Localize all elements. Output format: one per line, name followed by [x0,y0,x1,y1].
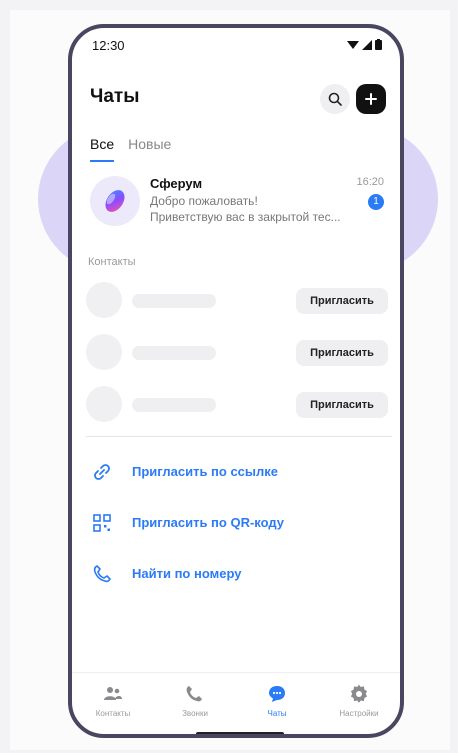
nav-label: Чаты [267,709,287,718]
bottom-nav: Контакты Звонки Чаты Настройки [72,672,400,728]
phone-frame: 12:30 Чаты Все Новые Сферум 16:20 Добро … [68,24,404,738]
tab-new[interactable]: Новые [128,136,171,162]
status-icons [347,39,382,50]
invite-by-link-action[interactable]: Пригласить по ссылке [72,458,400,486]
chat-tabs: Все Новые [90,136,171,162]
gear-icon [350,684,368,703]
unread-badge: 1 [368,194,384,210]
action-label: Пригласить по QR-коду [132,515,285,530]
contact-row: Пригласить [72,332,400,372]
tab-all[interactable]: Все [90,136,115,162]
chat-name: Сферум [150,176,203,191]
nav-item-contacts[interactable]: Контакты [72,673,154,728]
chat-list-item[interactable]: Сферум 16:20 Добро пожаловать! Приветств… [80,168,392,234]
contact-avatar-placeholder [86,334,122,370]
page-title: Чаты [90,86,140,107]
signal-icon [362,39,372,50]
contact-name-placeholder [132,294,216,308]
invite-button[interactable]: Пригласить [296,392,388,418]
nav-item-calls[interactable]: Звонки [154,673,236,728]
phone-icon [186,686,202,702]
divider [86,436,392,437]
contacts-icon [104,687,122,700]
invite-by-qr-action[interactable]: Пригласить по QR-коду [72,509,400,537]
find-by-number-action[interactable]: Найти по номеру [72,560,400,588]
phone-icon [93,565,111,583]
nav-item-settings[interactable]: Настройки [318,673,400,728]
contact-row: Пригласить [72,280,400,320]
nav-label: Настройки [339,709,379,718]
qr-code-icon [93,514,111,532]
chat-preview-line1: Добро пожаловать! [150,194,258,208]
contact-row: Пригласить [72,384,400,424]
invite-button[interactable]: Пригласить [296,288,388,314]
contact-avatar-placeholder [86,282,122,318]
link-icon [94,464,110,480]
contacts-section-label: Контакты [88,256,136,268]
header: Чаты [72,80,400,120]
battery-icon [375,39,382,50]
action-label: Найти по номеру [132,566,242,581]
action-label: Пригласить по ссылке [132,464,279,479]
status-bar: 12:30 [72,28,400,64]
invite-button[interactable]: Пригласить [296,340,388,366]
status-time: 12:30 [92,38,125,53]
nav-item-chats[interactable]: Чаты [236,673,318,728]
nav-label: Звонки [182,709,208,718]
contact-name-placeholder [132,346,216,360]
nav-label: Контакты [95,709,131,718]
contact-avatar-placeholder [86,386,122,422]
chat-bubble-icon [269,686,285,702]
wifi-icon [347,40,359,49]
contact-name-placeholder [132,398,216,412]
chat-time: 16:20 [356,176,384,188]
avatar [90,176,140,226]
add-button[interactable] [356,84,386,114]
chat-preview-line2: Приветствую вас в закрытой тес... [150,210,341,224]
search-icon [328,92,342,106]
sferum-logo-icon [105,190,125,212]
home-indicator [196,732,284,734]
plus-icon [365,93,377,105]
search-button[interactable] [320,84,350,114]
